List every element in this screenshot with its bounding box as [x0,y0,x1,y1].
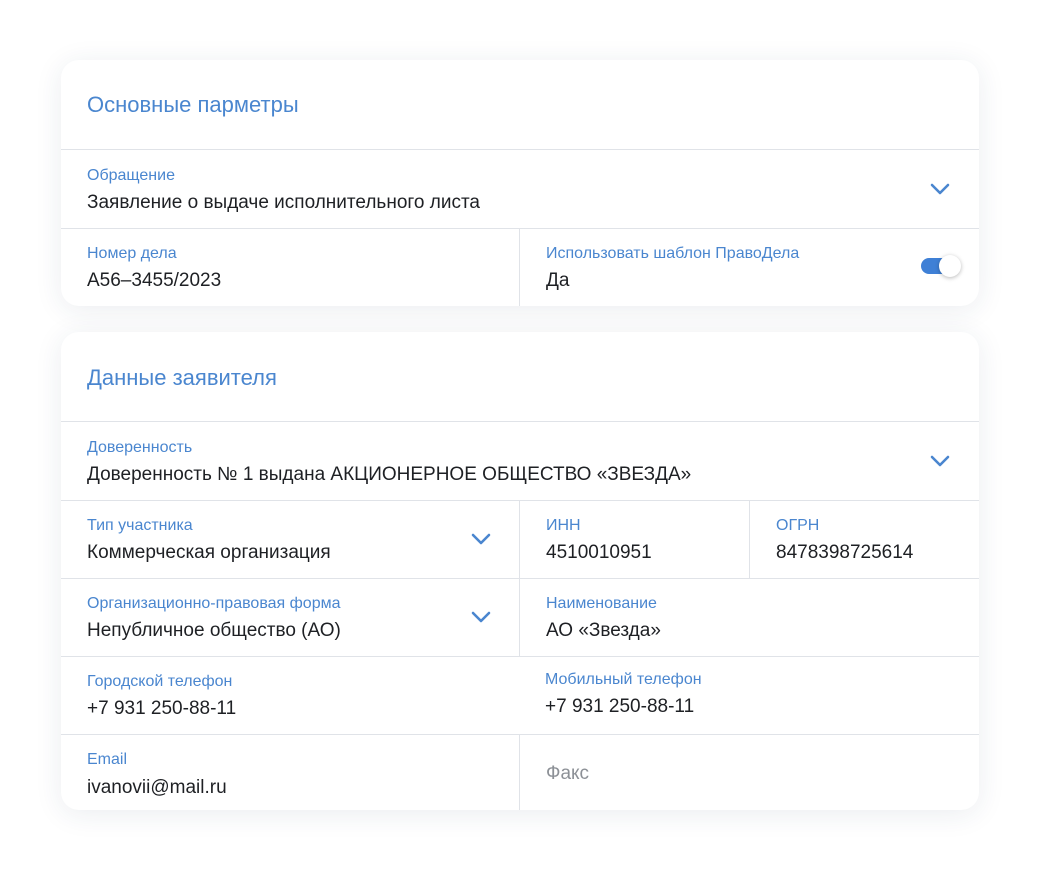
power-of-attorney-select[interactable]: Доверенность Доверенность № 1 выдана АКЦ… [61,422,979,501]
mobile-phone-label: Мобильный телефон [545,671,702,688]
legal-form-label: Организационно-правовая форма [87,595,341,612]
mobile-phone-field[interactable]: Мобильный телефон +7 931 250-88-11 [519,656,979,734]
phones-row: Городской телефон +7 931 250-88-11 Мобил… [61,656,979,735]
fax-placeholder: Факс [546,763,590,784]
chevron-down-icon[interactable] [470,610,492,624]
ogrn-value: 8478398725614 [776,542,914,563]
participant-type-label: Тип участника [87,517,193,534]
case-number-field[interactable]: Номер дела А56–3455/2023 [61,228,519,306]
ogrn-label: ОГРН [776,517,820,534]
participant-row: Тип участника Коммерческая организация И… [61,500,979,579]
email-label: Email [87,751,128,768]
ogrn-field[interactable]: ОГРН 8478398725614 [749,500,979,578]
case-number-value: А56–3455/2023 [87,270,222,291]
case-number-label: Номер дела [87,245,177,262]
power-of-attorney-value: Доверенность № 1 выдана АКЦИОНЕРНОЕ ОБЩЕ… [87,464,692,485]
power-of-attorney-field[interactable]: Доверенность Доверенность № 1 выдана АКЦ… [61,422,979,500]
legal-form-row: Организационно-правовая форма Непублично… [61,578,979,657]
case-row: Номер дела А56–3455/2023 Использовать ша… [61,228,979,306]
participant-type-select[interactable]: Тип участника Коммерческая организация [61,500,519,578]
use-template-label: Использовать шаблон ПравоДела [546,245,800,262]
participant-type-value: Коммерческая организация [87,542,331,563]
chevron-down-icon[interactable] [470,532,492,546]
use-template-toggle[interactable] [921,255,961,277]
use-template-field: Использовать шаблон ПравоДела Да [519,228,979,306]
chevron-down-icon[interactable] [929,454,951,468]
appeal-field[interactable]: Обращение Заявление о выдаче исполнитель… [61,150,979,228]
legal-form-select[interactable]: Организационно-правовая форма Непублично… [61,578,519,656]
city-phone-value: +7 931 250-88-11 [87,698,237,719]
org-name-label: Наименование [546,595,657,612]
city-phone-field[interactable]: Городской телефон +7 931 250-88-11 [61,656,519,734]
main-params-title: Основные парметры [61,60,979,150]
contacts-row: Email ivanovii@mail.ru Факс [61,734,979,810]
main-params-card: Основные парметры Обращение Заявление о … [61,60,979,306]
email-field[interactable]: Email ivanovii@mail.ru [61,734,519,810]
appeal-label: Обращение [87,167,175,184]
chevron-down-icon[interactable] [929,182,951,196]
org-name-field[interactable]: Наименование АО «Звезда» [519,578,979,656]
inn-field[interactable]: ИНН 4510010951 [519,500,749,578]
inn-label: ИНН [546,517,581,534]
power-of-attorney-label: Доверенность [87,439,193,456]
fax-field[interactable]: Факс [519,734,979,810]
inn-value: 4510010951 [546,542,652,563]
appeal-value: Заявление о выдаче исполнительного листа [87,192,480,213]
use-template-value: Да [546,270,570,291]
appeal-select[interactable]: Обращение Заявление о выдаче исполнитель… [61,150,979,229]
applicant-title: Данные заявителя [61,332,979,422]
email-value: ivanovii@mail.ru [87,777,227,798]
applicant-card: Данные заявителя Доверенность Довереннос… [61,332,979,810]
legal-form-value: Непубличное общество (АО) [87,620,341,641]
mobile-phone-value: +7 931 250-88-11 [545,696,695,717]
city-phone-label: Городской телефон [87,673,233,690]
org-name-value: АО «Звезда» [546,620,661,641]
toggle-knob [939,255,961,277]
